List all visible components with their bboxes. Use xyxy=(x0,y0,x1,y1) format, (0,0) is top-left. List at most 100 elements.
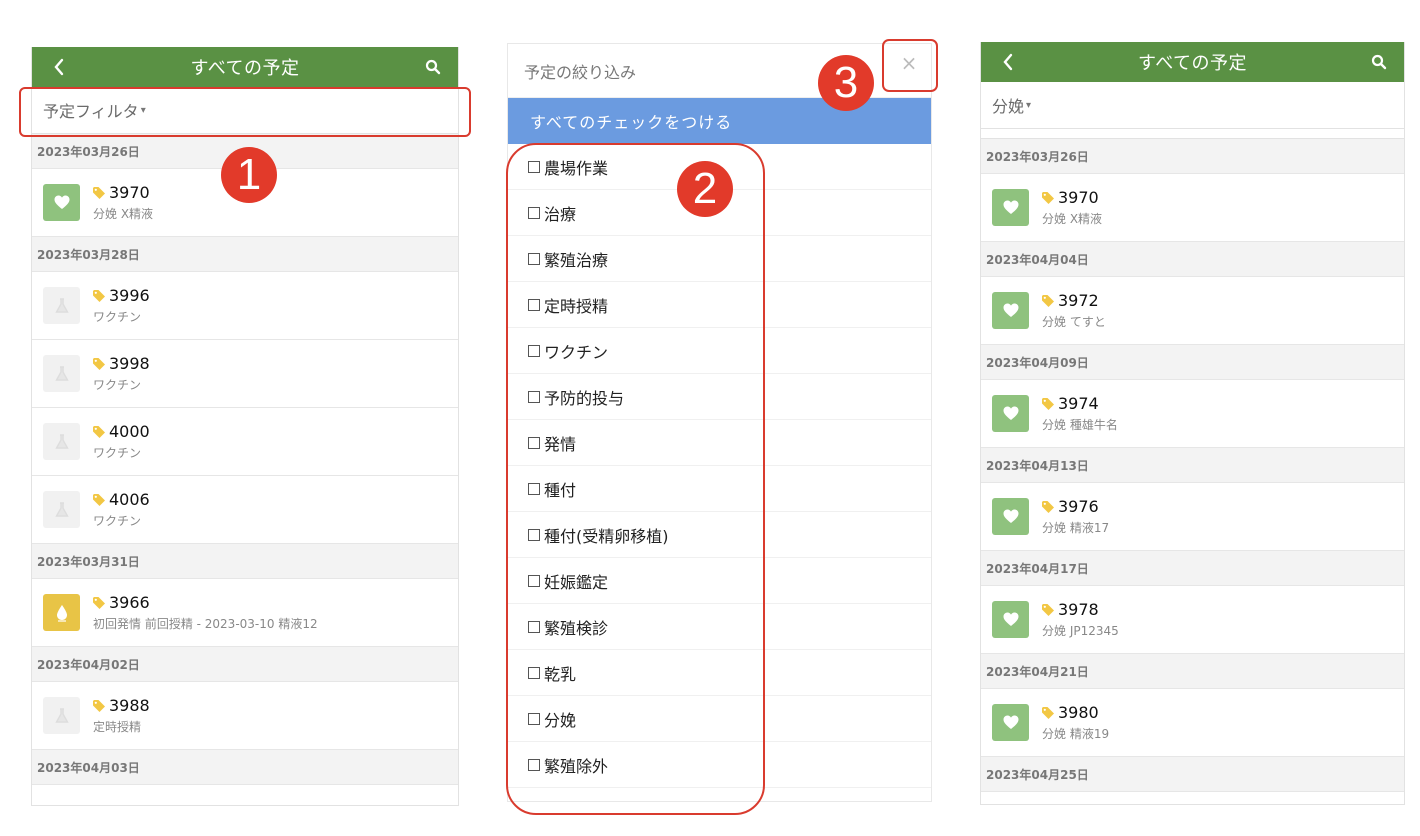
checkbox[interactable] xyxy=(528,252,540,265)
date-header: 2023年04月25日 xyxy=(981,757,1404,792)
heart-icon xyxy=(1003,200,1018,214)
search-button[interactable] xyxy=(422,56,444,78)
filter-option[interactable]: 種付 xyxy=(508,466,931,512)
tag-icon xyxy=(1042,191,1054,204)
schedule-item[interactable]: 3988 定時授精 xyxy=(32,682,458,750)
animal-id: 3996 xyxy=(109,286,150,305)
app-header: すべての予定 xyxy=(32,47,458,87)
search-button[interactable] xyxy=(1368,51,1390,73)
checkbox[interactable] xyxy=(528,758,540,771)
schedule-list: 2023年03月26日 3970 分娩 X精液 2023年03月28日 3996 ワクチン… xyxy=(32,134,458,785)
flask-icon xyxy=(54,365,69,381)
filter-option-label: 予防的投与 xyxy=(544,388,625,408)
caret-down-icon: ▾ xyxy=(1026,99,1032,111)
page-title: すべての予定 xyxy=(1137,53,1248,74)
filter-option[interactable]: ワクチン xyxy=(508,328,931,374)
checkbox[interactable] xyxy=(528,482,540,495)
event-description: 分娩 JP12345 xyxy=(1042,624,1119,638)
filter-option[interactable]: 定時授精 xyxy=(508,282,931,328)
flask-icon xyxy=(54,501,69,517)
checkbox[interactable] xyxy=(528,528,540,541)
checkbox[interactable] xyxy=(528,574,540,587)
heart-icon xyxy=(1003,406,1018,420)
filter-option[interactable]: 分娩 xyxy=(508,696,931,742)
close-icon[interactable]: × xyxy=(897,51,921,75)
checkbox[interactable] xyxy=(528,666,540,679)
check-all-button[interactable]: すべてのチェックをつける xyxy=(508,98,931,144)
filter-option[interactable]: 繁殖治療 xyxy=(508,236,931,282)
schedule-item[interactable]: 3980 分娩 精液19 xyxy=(981,689,1404,757)
date-header: 2023年03月26日 xyxy=(981,139,1404,174)
event-description: ワクチン xyxy=(93,446,142,460)
app-header: すべての予定 xyxy=(981,42,1404,82)
search-icon xyxy=(425,59,441,75)
heart-icon xyxy=(1003,612,1018,626)
checkbox[interactable] xyxy=(528,160,540,173)
tag-icon xyxy=(93,596,105,609)
schedule-filter-dropdown[interactable]: 予定フィルタ ▾ xyxy=(32,87,458,134)
filter-option[interactable]: 繁殖除外 xyxy=(508,742,931,788)
filter-option[interactable]: 妊娠鑑定 xyxy=(508,558,931,604)
checkbox[interactable] xyxy=(528,620,540,633)
tag-icon xyxy=(93,493,105,506)
event-description: 分娩 てすと xyxy=(1042,315,1106,329)
schedule-item[interactable]: 3998 ワクチン xyxy=(32,340,458,408)
date-header: 2023年04月02日 xyxy=(32,647,458,682)
event-type-badge xyxy=(43,491,80,528)
checkbox[interactable] xyxy=(528,344,540,357)
schedule-item[interactable]: 3972 分娩 てすと xyxy=(981,277,1404,345)
event-type-badge xyxy=(992,601,1029,638)
animal-id: 3980 xyxy=(1058,703,1099,722)
tag-icon xyxy=(93,425,105,438)
event-description: ワクチン xyxy=(93,378,142,392)
tag-icon xyxy=(1042,500,1054,513)
caret-down-icon: ▾ xyxy=(140,104,146,116)
animal-id: 3988 xyxy=(109,696,150,715)
schedule-filter-dropdown[interactable]: 分娩 ▾ xyxy=(981,82,1404,129)
page-title: すべての予定 xyxy=(190,58,300,79)
event-type-badge xyxy=(43,697,80,734)
filter-option[interactable]: 乾乳 xyxy=(508,650,931,696)
schedule-item[interactable]: 3996 ワクチン xyxy=(32,272,458,340)
tag-icon xyxy=(93,357,105,370)
checkbox[interactable] xyxy=(528,712,540,725)
filter-option[interactable]: 繁殖検診 xyxy=(508,604,931,650)
schedule-item[interactable]: 4000 ワクチン xyxy=(32,408,458,476)
schedule-item[interactable]: 3970 分娩 X精液 xyxy=(981,174,1404,242)
event-description: 分娩 X精液 xyxy=(1042,212,1103,226)
animal-id: 3966 xyxy=(109,593,150,612)
filter-option[interactable]: 発情 xyxy=(508,420,931,466)
checkbox[interactable] xyxy=(528,390,540,403)
filter-option-label: 繁殖検診 xyxy=(544,618,609,638)
back-button[interactable] xyxy=(997,51,1019,73)
date-header: 2023年04月17日 xyxy=(981,551,1404,586)
date-header: 2023年04月04日 xyxy=(981,242,1404,277)
back-button[interactable] xyxy=(48,56,70,78)
schedule-item[interactable]: 4006 ワクチン xyxy=(32,476,458,544)
tag-icon xyxy=(93,289,105,302)
filter-option-label: ワクチン xyxy=(544,342,609,362)
filter-option[interactable]: 種付(受精卵移植) xyxy=(508,512,931,558)
heart-icon xyxy=(1003,715,1018,729)
event-description: ワクチン xyxy=(93,310,142,324)
checkbox[interactable] xyxy=(528,298,540,311)
animal-id: 4006 xyxy=(109,490,150,509)
schedule-item[interactable]: 3976 分娩 精液17 xyxy=(981,483,1404,551)
filter-option[interactable]: 予防的投与 xyxy=(508,374,931,420)
schedule-item[interactable]: 3974 分娩 種雄牛名 xyxy=(981,380,1404,448)
search-icon xyxy=(1371,54,1387,70)
divider xyxy=(981,129,1404,139)
checkbox[interactable] xyxy=(528,206,540,219)
date-header: 2023年03月28日 xyxy=(32,237,458,272)
event-type-badge xyxy=(43,287,80,324)
event-description: 分娩 種雄牛名 xyxy=(1042,418,1118,432)
animal-id: 3978 xyxy=(1058,600,1099,619)
event-type-badge xyxy=(992,189,1029,226)
heart-icon xyxy=(1003,509,1018,523)
checkbox[interactable] xyxy=(528,436,540,449)
event-description: 分娩 精液19 xyxy=(1042,727,1110,741)
event-type-badge xyxy=(992,395,1029,432)
schedule-item[interactable]: 3978 分娩 JP12345 xyxy=(981,586,1404,654)
tag-icon xyxy=(1042,294,1054,307)
schedule-item[interactable]: 3966 初回発情 前回授精 - 2023-03-10 精液12 xyxy=(32,579,458,647)
